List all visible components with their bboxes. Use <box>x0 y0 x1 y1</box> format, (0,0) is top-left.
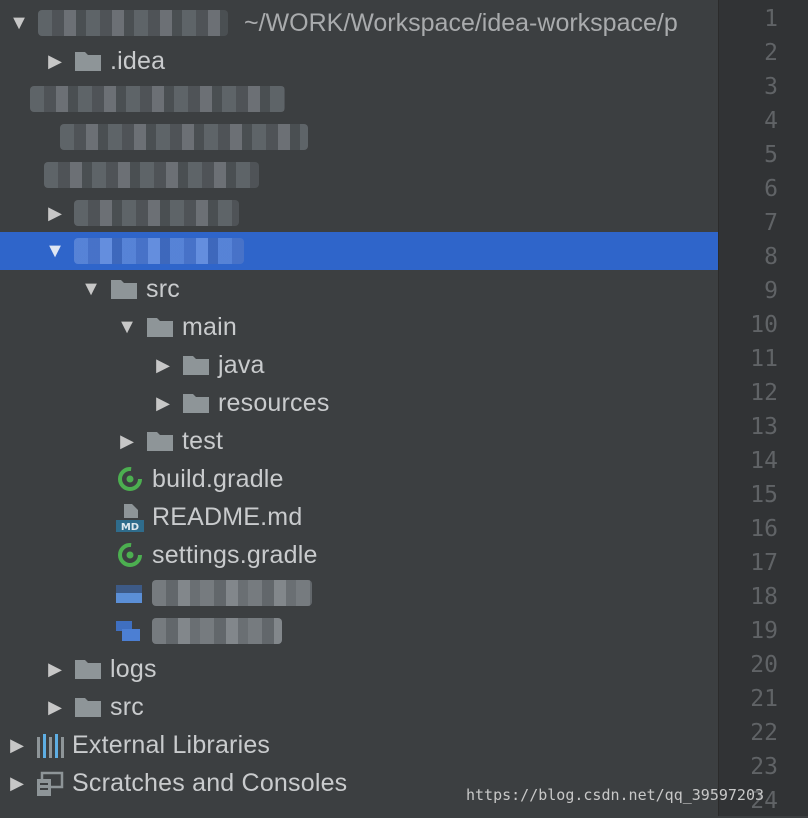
redacted-project-name <box>38 10 228 36</box>
line-number: 2 <box>764 40 778 66</box>
redacted-item <box>152 580 312 606</box>
tree-label: External Libraries <box>72 730 271 759</box>
tree-label: java <box>218 350 265 379</box>
tree-row-build-gradle[interactable]: build.gradle <box>0 460 718 498</box>
chevron-down-icon[interactable]: ▼ <box>8 4 30 42</box>
tree-label: main <box>182 312 237 341</box>
chevron-right-icon[interactable]: ▶ <box>44 42 66 80</box>
tree-row-redacted[interactable] <box>0 80 718 118</box>
file-icon <box>116 581 144 605</box>
chevron-down-icon[interactable]: ▼ <box>44 232 66 270</box>
folder-icon <box>110 277 138 301</box>
tree-row-src[interactable]: ▶ src <box>0 688 718 726</box>
tree-row-resources[interactable]: ▶ resources <box>0 384 718 422</box>
tree-row-redacted[interactable]: ▶ <box>0 194 718 232</box>
tree-label: README.md <box>152 502 303 531</box>
tree-label: src <box>110 692 144 721</box>
tree-label: build.gradle <box>152 464 284 493</box>
tree-row-redacted[interactable] <box>0 574 718 612</box>
libraries-icon <box>36 733 64 758</box>
redacted-item <box>44 162 259 188</box>
line-number: 22 <box>750 720 778 746</box>
tree-row-test[interactable]: ▶ test <box>0 422 718 460</box>
redacted-module-name <box>74 238 244 264</box>
line-number: 17 <box>750 550 778 576</box>
tree-row-idea[interactable]: ▶ .idea <box>0 42 718 80</box>
line-number: 14 <box>750 448 778 474</box>
watermark: https://blog.csdn.net/qq_39597203 <box>466 786 765 804</box>
chevron-right-icon[interactable]: ▶ <box>116 422 138 460</box>
tree-row-module-src[interactable]: ▼ src <box>0 270 718 308</box>
redacted-item <box>152 618 282 644</box>
tree-label: resources <box>218 388 330 417</box>
chevron-right-icon[interactable]: ▶ <box>6 726 28 764</box>
chevron-down-icon[interactable]: ▼ <box>116 308 138 346</box>
line-number: 23 <box>750 754 778 780</box>
md-badge-text: MD <box>121 522 139 532</box>
folder-icon <box>182 353 210 377</box>
project-tree-panel: ▼ ~/WORK/Workspace/idea-workspace/p ▶ .i… <box>0 0 718 816</box>
chevron-right-icon[interactable]: ▶ <box>6 764 28 802</box>
tree-row-module-selected[interactable]: ▼ <box>0 232 718 270</box>
line-number: 13 <box>750 414 778 440</box>
line-number-gutter: 1 2 3 4 5 6 7 8 9 10 11 12 13 14 15 16 17 18 19 20 21 22 23 24 <box>718 0 808 816</box>
redacted-item <box>74 200 239 226</box>
line-number: 15 <box>750 482 778 508</box>
chevron-right-icon[interactable]: ▶ <box>44 650 66 688</box>
chevron-right-icon[interactable]: ▶ <box>152 384 174 422</box>
tree-row-redacted[interactable] <box>0 612 718 650</box>
line-number: 21 <box>750 686 778 712</box>
tree-label: Scratches and Consoles <box>72 768 348 797</box>
line-number: 6 <box>764 176 778 202</box>
tree-row-logs[interactable]: ▶ logs <box>0 650 718 688</box>
line-number: 12 <box>750 380 778 406</box>
line-number: 9 <box>764 278 778 304</box>
line-number: 4 <box>764 108 778 134</box>
tree-row-project-root[interactable]: ▼ ~/WORK/Workspace/idea-workspace/p <box>0 4 718 42</box>
redacted-item <box>30 86 285 112</box>
tree-label: .idea <box>110 46 166 75</box>
redacted-item <box>60 124 308 150</box>
folder-icon <box>74 49 102 73</box>
line-number: 11 <box>750 346 778 372</box>
chevron-down-icon[interactable]: ▼ <box>80 270 102 308</box>
line-number: 10 <box>750 312 778 338</box>
line-number: 20 <box>750 652 778 678</box>
chevron-right-icon[interactable]: ▶ <box>44 688 66 726</box>
chevron-right-icon[interactable]: ▶ <box>44 194 66 232</box>
line-number: 7 <box>764 210 778 236</box>
line-number: 3 <box>764 74 778 100</box>
tree-row-main[interactable]: ▼ main <box>0 308 718 346</box>
tree-label: settings.gradle <box>152 540 318 569</box>
folder-icon <box>74 695 102 719</box>
chevron-right-icon[interactable]: ▶ <box>152 346 174 384</box>
tree-row-redacted[interactable] <box>0 156 718 194</box>
tree-row-readme[interactable]: MD README.md <box>0 498 718 536</box>
folder-icon <box>74 657 102 681</box>
line-number: 16 <box>750 516 778 542</box>
line-number: 19 <box>750 618 778 644</box>
scratches-icon <box>36 771 64 796</box>
line-number: 5 <box>764 142 778 168</box>
project-path: ~/WORK/Workspace/idea-workspace/p <box>244 8 678 37</box>
tree-label: logs <box>110 654 157 683</box>
tree-row-java[interactable]: ▶ java <box>0 346 718 384</box>
tree-row-external-libraries[interactable]: ▶ External Libraries <box>0 726 718 764</box>
markdown-file-icon: MD <box>116 502 144 533</box>
file-icon <box>116 619 144 643</box>
tree-row-redacted[interactable] <box>0 118 718 156</box>
tree-row-settings-gradle[interactable]: settings.gradle <box>0 536 718 574</box>
gradle-file-icon <box>116 467 144 491</box>
gradle-file-icon <box>116 543 144 567</box>
folder-icon <box>146 429 174 453</box>
line-number: 8 <box>764 244 778 270</box>
folder-icon <box>182 391 210 415</box>
line-number: 1 <box>764 6 778 32</box>
folder-icon <box>146 315 174 339</box>
tree-label: src <box>146 274 180 303</box>
tree-label: test <box>182 426 224 455</box>
line-number: 18 <box>750 584 778 610</box>
